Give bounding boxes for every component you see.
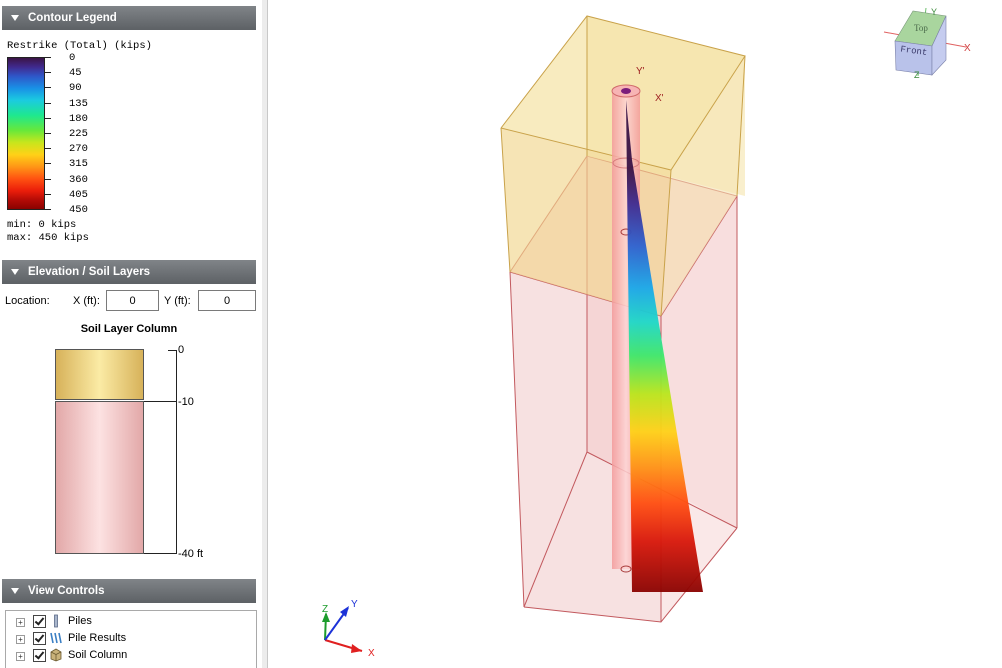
pile-results-checkbox[interactable] [33, 632, 46, 645]
tree-label: Piles [68, 615, 92, 627]
pile-x-axis-label: X' [655, 93, 664, 104]
colorbar-tick [45, 133, 51, 134]
3d-viewport[interactable]: Y' X' Top Front X Y Z X Y Z [268, 0, 1002, 668]
contour-legend-header[interactable]: Contour Legend [2, 6, 256, 30]
collapse-triangle-icon [11, 269, 19, 275]
soil-column-title: Soil Layer Column [80, 323, 178, 335]
colorbar-tick [45, 148, 51, 149]
colorbar-tick [45, 118, 51, 119]
legend-quantity-label: Restrike (Total) (kips) [7, 40, 152, 52]
x-location-input[interactable] [106, 290, 159, 311]
pile-results-icon [50, 632, 62, 644]
colorbar-tick [45, 87, 51, 88]
tree-item-soil-column[interactable]: + Soil Column [16, 648, 256, 665]
elevation-title: Elevation / Soil Layers [28, 266, 151, 278]
colorbar-tick [45, 103, 51, 104]
legend-min: min: 0 kips [7, 219, 77, 231]
colorbar-tick [45, 163, 51, 164]
triad-z-label: Z [322, 604, 328, 615]
colorbar-tick [45, 194, 51, 195]
colorbar-tick [45, 72, 51, 73]
expand-plus-icon[interactable]: + [16, 618, 25, 627]
view-cube-top-label[interactable]: Top [914, 23, 928, 33]
colorbar-tick [45, 209, 51, 210]
view-cube-x-label: X [964, 43, 971, 54]
colorbar-tick [45, 179, 51, 180]
elevation-label-top: 0 [178, 344, 185, 356]
soil-layer-lower[interactable] [55, 401, 144, 554]
colorbar-tick-label: 315 [69, 158, 88, 170]
colorbar-ticks [45, 57, 51, 210]
soil-tick [144, 553, 177, 554]
axis-triad: X Y Z [322, 599, 375, 659]
elevation-label-mid: -10 [178, 396, 194, 408]
colorbar-tick-label: 405 [69, 189, 88, 201]
left-panel: Contour Legend Restrike (Total) (kips) 0… [0, 0, 263, 668]
soil-column-checkbox[interactable] [33, 649, 46, 662]
y-label: Y (ft): [164, 295, 191, 307]
view-cube[interactable]: Top Front X Y Z [883, 7, 971, 80]
colorbar-tick-label: 360 [69, 174, 88, 186]
soil-elevation-axis [176, 350, 177, 554]
colorbar-tick-label: 225 [69, 128, 88, 140]
view-controls-header[interactable]: View Controls [2, 579, 256, 603]
legend-max: max: 450 kips [7, 232, 89, 244]
x-label: X (ft): [73, 295, 100, 307]
triad-x-label: X [368, 648, 375, 659]
collapse-triangle-icon [11, 15, 19, 21]
view-controls-tree: + Piles + Pile Results + Soil Column [5, 610, 257, 668]
view-cube-z-label: Z [914, 70, 920, 80]
soil-layer-upper[interactable] [55, 349, 144, 400]
view-cube-y-label: Y [931, 7, 937, 17]
contour-legend-title: Contour Legend [28, 12, 117, 24]
tree-item-piles[interactable]: + Piles [16, 614, 256, 631]
colorbar-tick-label: 90 [69, 82, 82, 94]
view-controls-title: View Controls [28, 585, 105, 597]
contour-colorbar [7, 57, 45, 210]
pile-icon [54, 614, 58, 628]
colorbar-tick-label: 45 [69, 67, 82, 79]
tree-item-pile-results[interactable]: + Pile Results [16, 632, 256, 648]
soil-column-icon [50, 648, 62, 662]
collapse-triangle-icon [11, 588, 19, 594]
pile-y-axis-label: Y' [636, 66, 645, 77]
triad-y-label: Y [351, 599, 358, 610]
colorbar-tick [45, 57, 51, 58]
colorbar-tick-label: 180 [69, 113, 88, 125]
y-location-input[interactable] [198, 290, 256, 311]
tree-label: Pile Results [68, 632, 127, 644]
tree-label: Soil Column [68, 649, 128, 661]
piles-checkbox[interactable] [33, 615, 46, 628]
3d-scene[interactable]: Y' X' Top Front X Y Z X Y Z [268, 0, 1002, 668]
elevation-header[interactable]: Elevation / Soil Layers [2, 260, 256, 284]
soil-tick [144, 401, 177, 402]
expand-plus-icon[interactable]: + [16, 652, 25, 661]
colorbar-tick-label: 450 [69, 204, 88, 216]
elevation-label-bottom: -40 ft [178, 548, 204, 560]
colorbar-tick-label: 0 [69, 52, 76, 64]
colorbar-tick-label: 135 [69, 98, 88, 110]
soil-tick [168, 350, 177, 351]
expand-plus-icon[interactable]: + [16, 635, 25, 644]
location-label: Location: [5, 295, 50, 307]
colorbar-tick-label: 270 [69, 143, 88, 155]
